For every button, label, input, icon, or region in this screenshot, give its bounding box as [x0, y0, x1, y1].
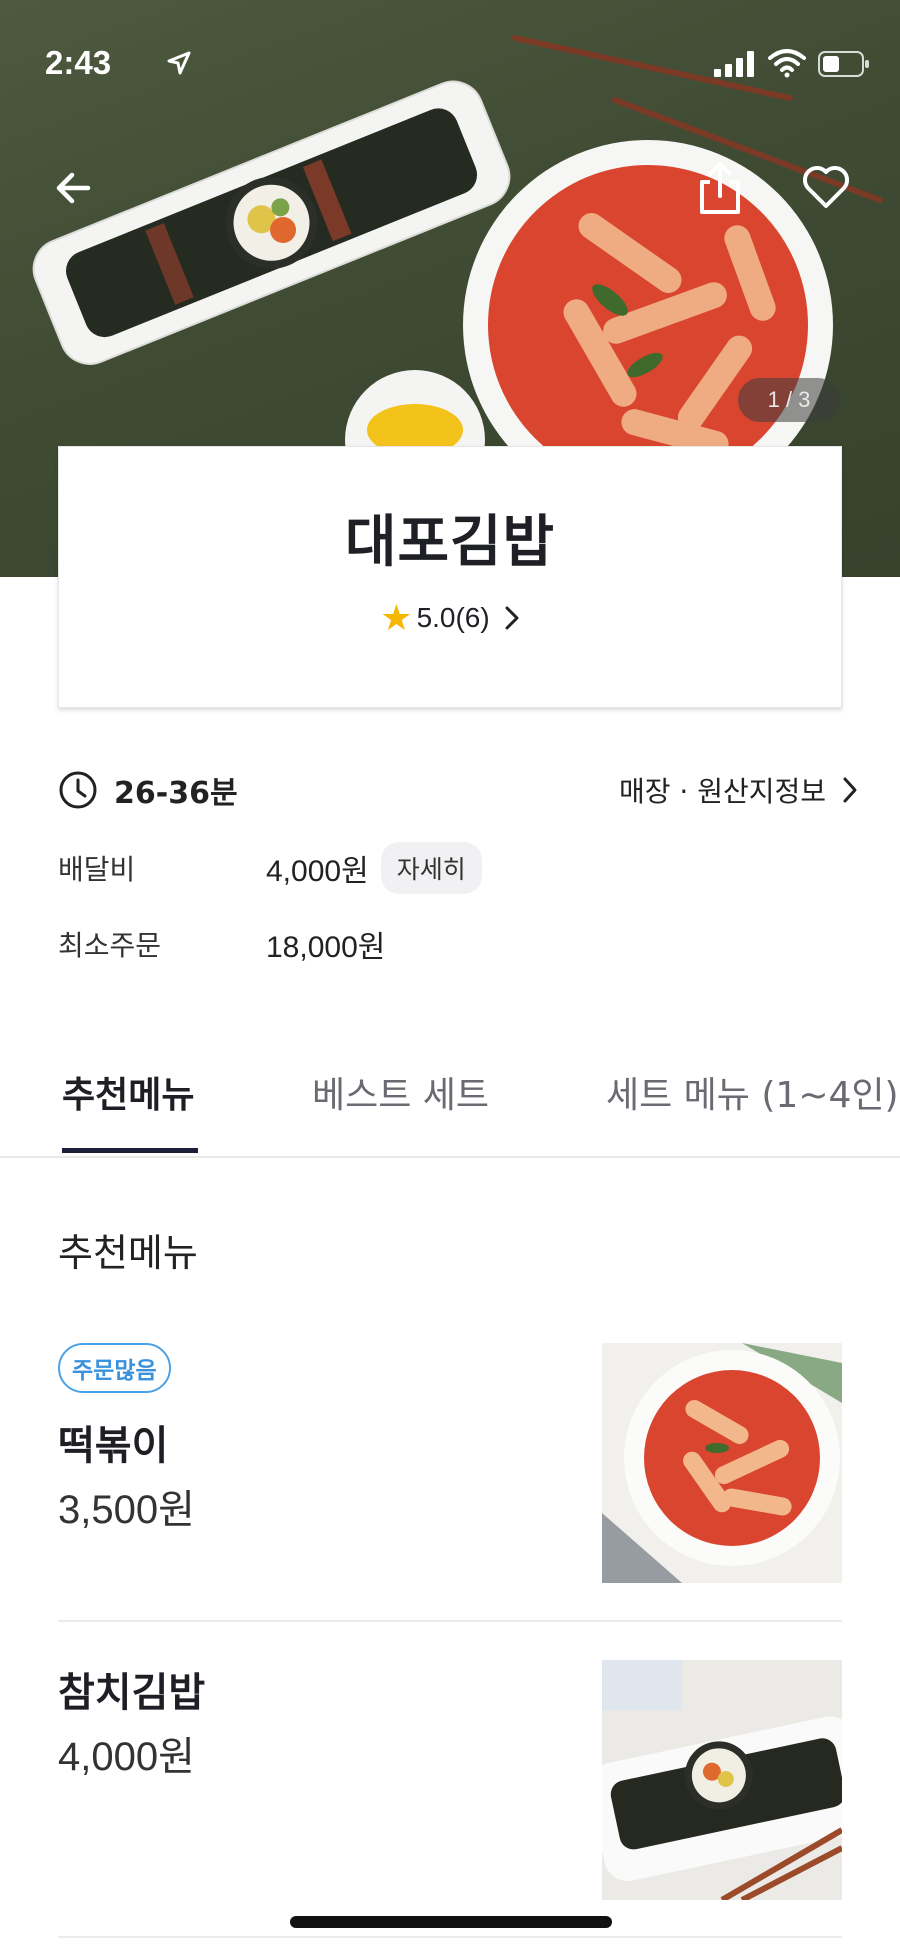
- chevron-right-icon: [843, 777, 857, 803]
- home-indicator[interactable]: [290, 1916, 612, 1928]
- share-icon: [700, 162, 740, 214]
- rating-link[interactable]: ★ 5.0(6): [59, 597, 841, 639]
- delivery-time-value: 26-36분: [114, 776, 238, 811]
- status-bar: 2:43: [0, 0, 900, 120]
- share-button[interactable]: [690, 158, 750, 218]
- status-time: 2:43: [45, 44, 112, 81]
- menu-item[interactable]: 참치김밥 4,000원: [58, 1660, 842, 1900]
- min-order-value: 18,000원: [266, 931, 386, 964]
- delivery-fee-detail-button[interactable]: 자세히: [380, 842, 482, 894]
- tuna-kimbap-photo: [602, 1660, 842, 1900]
- menu-item-price: 4,000원: [58, 1735, 195, 1779]
- clock-icon: [59, 771, 97, 809]
- store-card: 대포김밥 ★ 5.0(6): [58, 446, 842, 708]
- battery-icon: [818, 51, 869, 77]
- menu-item-image: [602, 1660, 842, 1900]
- section-title: 추천메뉴: [58, 1231, 198, 1275]
- delivery-fee-label: 배달비: [58, 853, 136, 886]
- delivery-time: 26-36분: [58, 768, 238, 812]
- chevron-right-icon: [505, 606, 519, 630]
- wifi-icon: [768, 49, 806, 78]
- back-arrow-icon: [56, 172, 91, 204]
- favorite-button[interactable]: [798, 158, 854, 214]
- star-icon: ★: [380, 597, 413, 638]
- tab-indicator: [62, 1148, 198, 1153]
- store-name: 대포김밥: [344, 510, 556, 575]
- back-button[interactable]: [48, 162, 108, 214]
- divider: [58, 1620, 842, 1622]
- menu-item-image: [602, 1343, 842, 1583]
- min-order-row: 최소주문 18,000원: [58, 922, 385, 966]
- signal-icon: [714, 51, 754, 77]
- menu-item-name: 떡볶이: [58, 1423, 169, 1469]
- location-arrow-icon: [167, 51, 191, 75]
- tab-recommended[interactable]: 추천메뉴: [62, 1066, 194, 1118]
- store-origin-info-label: 매장 · 원산지정보: [618, 775, 826, 808]
- image-pager: 1 / 3: [738, 378, 840, 422]
- tab-best-set[interactable]: 베스트 세트: [312, 1066, 489, 1118]
- divider: [58, 1936, 842, 1938]
- popular-badge: 주문많음: [58, 1343, 171, 1393]
- menu-item-name: 참치김밥: [58, 1670, 206, 1716]
- min-order-label: 최소주문: [58, 929, 162, 962]
- tab-set-menu[interactable]: 세트 메뉴 (1~4인): [606, 1066, 899, 1118]
- menu-tabs: 추천메뉴 베스트 세트 세트 메뉴 (1~4인): [0, 1040, 900, 1158]
- menu-item-price: 3,500원: [58, 1488, 195, 1532]
- tteokbokki-photo: [602, 1343, 842, 1583]
- rating-value: 5.0(6): [416, 602, 490, 633]
- delivery-fee-value: 4,000원: [266, 855, 369, 888]
- delivery-fee-row: 배달비 4,000원 자세히: [58, 842, 482, 894]
- menu-item[interactable]: 주문많음 떡볶이 3,500원: [58, 1343, 842, 1583]
- store-origin-info-link[interactable]: 매장 · 원산지정보: [619, 770, 858, 810]
- heart-icon: [802, 165, 850, 208]
